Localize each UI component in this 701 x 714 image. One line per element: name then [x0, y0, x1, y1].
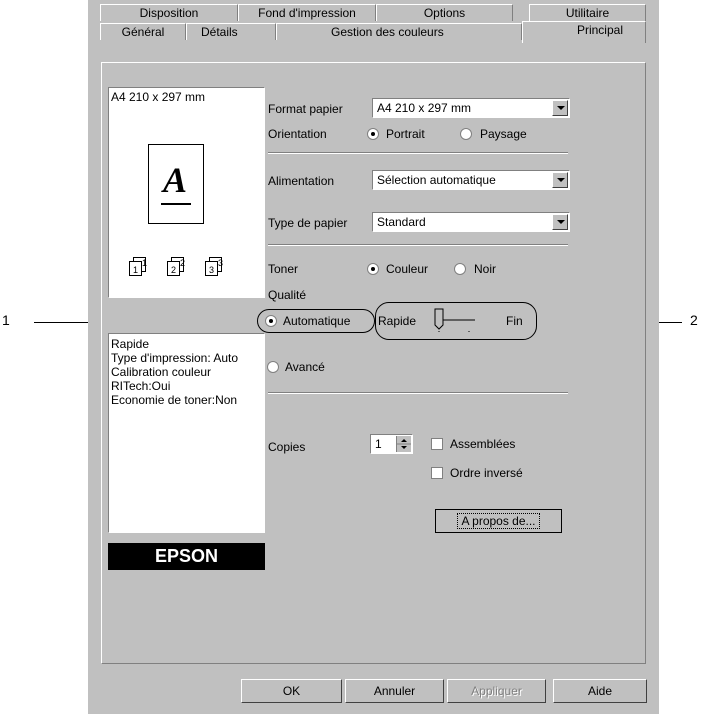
couleur-radio[interactable] [367, 263, 379, 275]
avance-radio[interactable] [267, 361, 279, 373]
ordre-inverse-label[interactable]: Ordre inversé [450, 466, 523, 480]
svg-text:3: 3 [209, 265, 214, 275]
paper-preview: A4 210 x 297 mm A 11 22 33 [108, 87, 265, 298]
automatique-radio[interactable] [265, 315, 277, 327]
chevron-down-icon[interactable] [552, 100, 568, 116]
noir-radio[interactable] [454, 263, 466, 275]
tab-details[interactable]: Détails [186, 23, 276, 40]
tab-principal[interactable]: Principal [522, 21, 646, 43]
copies-label: Copies [268, 440, 306, 454]
summary-line: Type d'impression: Auto [111, 351, 239, 365]
assemblees-checkbox[interactable] [431, 438, 443, 450]
copies-value[interactable]: 1 [375, 437, 382, 451]
copies-spinner[interactable]: 1 [370, 434, 413, 454]
chevron-down-icon[interactable] [552, 172, 568, 188]
appliquer-button[interactable]: Appliquer [447, 679, 546, 703]
tab-fond-impression[interactable]: Fond d'impression [238, 4, 376, 21]
page-letter: A [163, 160, 188, 200]
summary-line: Economie de toner:Non [111, 393, 238, 407]
fin-label: Fin [506, 314, 523, 328]
type-papier-value: Standard [377, 215, 426, 229]
callout-1: 1 [2, 312, 10, 328]
type-papier-label: Type de papier [268, 216, 348, 230]
toner-label: Toner [268, 262, 299, 276]
ordre-inverse-checkbox[interactable] [431, 467, 443, 479]
svg-text:3: 3 [218, 258, 223, 268]
separator [268, 244, 568, 246]
tab-gestion-couleurs[interactable]: Gestion des couleurs [276, 23, 522, 40]
quality-slider[interactable] [429, 307, 499, 333]
portrait-radio[interactable] [367, 128, 379, 140]
settings-summary: Rapide Type d'impression: Auto Calibrati… [108, 333, 265, 533]
spinner-buttons[interactable] [396, 436, 411, 452]
separator [268, 152, 568, 154]
chevron-down-icon[interactable] [552, 214, 568, 230]
paysage-label[interactable]: Paysage [480, 127, 527, 141]
rapide-label: Rapide [378, 314, 417, 328]
annuler-button[interactable]: Annuler [345, 679, 444, 703]
spinner-arrows-icon[interactable] [397, 436, 411, 452]
type-papier-select[interactable]: Standard [372, 212, 570, 232]
tab-panel-principal: A4 210 x 297 mm A 11 22 33 Rapide Type d… [101, 62, 646, 664]
epson-logo: EPSON [108, 543, 265, 570]
collate-pages-icon: 11 22 33 [129, 257, 223, 276]
format-label: Format papier [268, 102, 343, 116]
format-value: A4 210 x 297 mm [377, 101, 472, 115]
format-select[interactable]: A4 210 x 297 mm [372, 98, 570, 118]
portrait-label[interactable]: Portrait [386, 127, 425, 141]
summary-line: RITech:Oui [111, 379, 171, 393]
avance-label[interactable]: Avancé [285, 360, 325, 374]
couleur-label[interactable]: Couleur [386, 262, 428, 276]
paysage-radio[interactable] [460, 128, 472, 140]
summary-line: Rapide [111, 337, 150, 351]
aide-button[interactable]: Aide [553, 679, 647, 703]
qualite-label: Qualité [268, 288, 307, 302]
tab-general[interactable]: Général [100, 23, 186, 40]
svg-text:2: 2 [180, 258, 185, 268]
tab-options[interactable]: Options [376, 4, 513, 21]
page-line [161, 203, 191, 205]
apropos-label: A propos de... [457, 513, 540, 529]
printer-properties-dialog: Disposition Fond d'impression Options Ut… [88, 0, 659, 714]
svg-text:1: 1 [142, 258, 147, 268]
alimentation-value: Sélection automatique [377, 173, 496, 187]
tab-utilitaire[interactable]: Utilitaire [529, 4, 646, 21]
svg-text:2: 2 [171, 265, 176, 275]
paper-size-label: A4 210 x 297 mm [111, 90, 206, 104]
ok-button[interactable]: OK [241, 679, 342, 703]
automatique-label[interactable]: Automatique [283, 314, 350, 328]
collate-icon: 11 22 33 [127, 256, 247, 281]
callout-2: 2 [690, 312, 698, 328]
alimentation-select[interactable]: Sélection automatique [372, 170, 570, 190]
page-thumbnail: A [148, 144, 204, 224]
summary-line: Calibration couleur [111, 365, 212, 379]
svg-text:1: 1 [133, 265, 138, 275]
alimentation-label: Alimentation [268, 174, 335, 188]
tab-disposition[interactable]: Disposition [100, 4, 238, 21]
separator [268, 392, 568, 394]
slider-thumb-icon[interactable] [429, 307, 499, 333]
assemblees-label[interactable]: Assemblées [450, 437, 515, 451]
noir-label[interactable]: Noir [474, 262, 496, 276]
apropos-button[interactable]: A propos de... [435, 509, 562, 533]
orientation-label: Orientation [268, 127, 327, 141]
